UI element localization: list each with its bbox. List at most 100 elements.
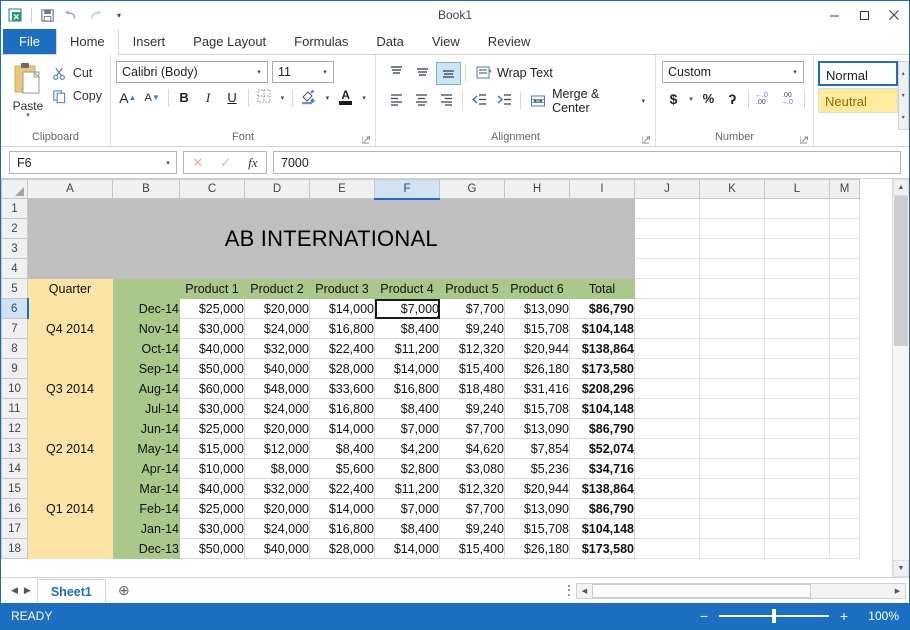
column-header-A[interactable]: A xyxy=(28,180,113,199)
cell-H4[interactable] xyxy=(505,259,570,279)
font-name-combo[interactable]: Calibri (Body) ▾ xyxy=(116,61,268,83)
hscroll-left-icon[interactable]: ◀ xyxy=(577,584,592,598)
cell-M14[interactable] xyxy=(830,459,860,479)
cell-E18[interactable]: $28,000 xyxy=(310,539,375,559)
row-header-15[interactable]: 15 xyxy=(2,479,28,499)
decrease-decimal-button[interactable]: ←.0 .00 xyxy=(753,87,776,110)
cell-E8[interactable]: $22,400 xyxy=(310,339,375,359)
cut-button[interactable]: Cut xyxy=(49,63,105,83)
cell-F14[interactable]: $2,800 xyxy=(375,459,440,479)
zoom-slider-knob[interactable] xyxy=(772,609,776,623)
row-header-12[interactable]: 12 xyxy=(2,419,28,439)
align-bottom-button[interactable] xyxy=(436,62,461,85)
cell-I15-total[interactable]: $138,864 xyxy=(570,479,635,499)
percent-format-button[interactable]: % xyxy=(697,87,720,110)
copy-button[interactable]: Copy xyxy=(49,86,105,106)
row-header-6[interactable]: 6 xyxy=(2,299,28,319)
cell-F17[interactable]: $8,400 xyxy=(375,519,440,539)
cell-A13-quarter[interactable]: Q2 2014 xyxy=(28,439,113,459)
cell-D12[interactable]: $20,000 xyxy=(245,419,310,439)
cell-C6[interactable]: $25,000 xyxy=(180,299,245,319)
cell-C18[interactable]: $50,000 xyxy=(180,539,245,559)
cell-J18[interactable] xyxy=(635,539,700,559)
number-format-combo[interactable]: Custom ▾ xyxy=(662,61,804,83)
tab-home[interactable]: Home xyxy=(56,28,119,55)
row-header-4[interactable]: 4 xyxy=(2,259,28,279)
cell-F13[interactable]: $4,200 xyxy=(375,439,440,459)
cell-K1[interactable] xyxy=(700,199,765,219)
cell-I4[interactable] xyxy=(570,259,635,279)
cell-J1[interactable] xyxy=(635,199,700,219)
cell-D4[interactable] xyxy=(245,259,310,279)
currency-format-button[interactable]: $ xyxy=(662,87,685,110)
cell-B8-month[interactable]: Oct-14 xyxy=(113,339,180,359)
cell-B18-month[interactable]: Dec-13 xyxy=(113,539,180,559)
formula-input[interactable]: 7000 xyxy=(273,151,901,174)
cell-J8[interactable] xyxy=(635,339,700,359)
cell-L16[interactable] xyxy=(765,499,830,519)
cell-K7[interactable] xyxy=(700,319,765,339)
cell-M4[interactable] xyxy=(830,259,860,279)
row-header-1[interactable]: 1 xyxy=(2,199,28,219)
cell-A4[interactable] xyxy=(28,259,113,279)
cell-M2[interactable] xyxy=(830,219,860,239)
cell-E16[interactable]: $14,000 xyxy=(310,499,375,519)
cell-K10[interactable] xyxy=(700,379,765,399)
cell-F8[interactable]: $11,200 xyxy=(375,339,440,359)
cell-C15[interactable]: $40,000 xyxy=(180,479,245,499)
cell-E17[interactable]: $16,800 xyxy=(310,519,375,539)
maximize-button[interactable] xyxy=(849,1,879,29)
cell-D16[interactable]: $20,000 xyxy=(245,499,310,519)
cell-K12[interactable] xyxy=(700,419,765,439)
cell-J14[interactable] xyxy=(635,459,700,479)
cell-H11[interactable]: $15,708 xyxy=(505,399,570,419)
paste-button[interactable]: Paste ▾ xyxy=(7,59,49,130)
cell-F18[interactable]: $14,000 xyxy=(375,539,440,559)
cell-J16[interactable] xyxy=(635,499,700,519)
grid-scroll-region[interactable]: A B C D E F G H I J K L M xyxy=(1,179,892,577)
row-header-13[interactable]: 13 xyxy=(2,439,28,459)
cell-H16[interactable]: $13,090 xyxy=(505,499,570,519)
styles-scroll-down-icon[interactable]: ▾ xyxy=(899,84,909,106)
cell-B15-month[interactable]: Mar-14 xyxy=(113,479,180,499)
cell-A9-quarter[interactable] xyxy=(28,359,113,379)
font-size-combo[interactable]: 11 ▾ xyxy=(272,61,334,83)
cell-I1[interactable] xyxy=(570,199,635,219)
cell-J12[interactable] xyxy=(635,419,700,439)
cell-H18[interactable]: $26,180 xyxy=(505,539,570,559)
vertical-scroll-thumb[interactable] xyxy=(894,196,908,346)
cell-K3[interactable] xyxy=(700,239,765,259)
number-dialog-launcher[interactable] xyxy=(800,136,809,145)
row-header-14[interactable]: 14 xyxy=(2,459,28,479)
cell-B10-month[interactable]: Aug-14 xyxy=(113,379,180,399)
cell-B11-month[interactable]: Jul-14 xyxy=(113,399,180,419)
cell-D7[interactable]: $24,000 xyxy=(245,319,310,339)
row-header-18[interactable]: 18 xyxy=(2,539,28,559)
cell-L6[interactable] xyxy=(765,299,830,319)
horizontal-scrollbar[interactable]: ◀ ▶ xyxy=(576,583,906,599)
column-header-J[interactable]: J xyxy=(635,180,700,199)
increase-decimal-button[interactable]: .00 →.0 xyxy=(777,87,800,110)
cell-C7[interactable]: $30,000 xyxy=(180,319,245,339)
row-header-17[interactable]: 17 xyxy=(2,519,28,539)
cell-I7-total[interactable]: $104,148 xyxy=(570,319,635,339)
column-header-L[interactable]: L xyxy=(765,180,830,199)
cell-K8[interactable] xyxy=(700,339,765,359)
cell-K17[interactable] xyxy=(700,519,765,539)
font-color-chevron-down-icon[interactable]: ▾ xyxy=(358,86,370,109)
cell-B1[interactable] xyxy=(113,199,180,219)
alignment-dialog-launcher[interactable] xyxy=(642,136,651,145)
cell-C12[interactable]: $25,000 xyxy=(180,419,245,439)
column-header-D[interactable]: D xyxy=(245,180,310,199)
row-header-9[interactable]: 9 xyxy=(2,359,28,379)
grow-font-button[interactable]: A▲ xyxy=(116,86,140,109)
cell-F12[interactable]: $7,000 xyxy=(375,419,440,439)
cell-M5[interactable] xyxy=(830,279,860,299)
cell-L10[interactable] xyxy=(765,379,830,399)
cell-K14[interactable] xyxy=(700,459,765,479)
cell-F6[interactable]: $7,000 xyxy=(375,299,440,319)
cell-D18[interactable]: $40,000 xyxy=(245,539,310,559)
styles-more-icon[interactable]: ▾ xyxy=(899,107,909,129)
name-box-chevron-down-icon[interactable]: ▾ xyxy=(160,152,176,173)
confirm-formula-icon[interactable]: ✓ xyxy=(220,155,231,171)
